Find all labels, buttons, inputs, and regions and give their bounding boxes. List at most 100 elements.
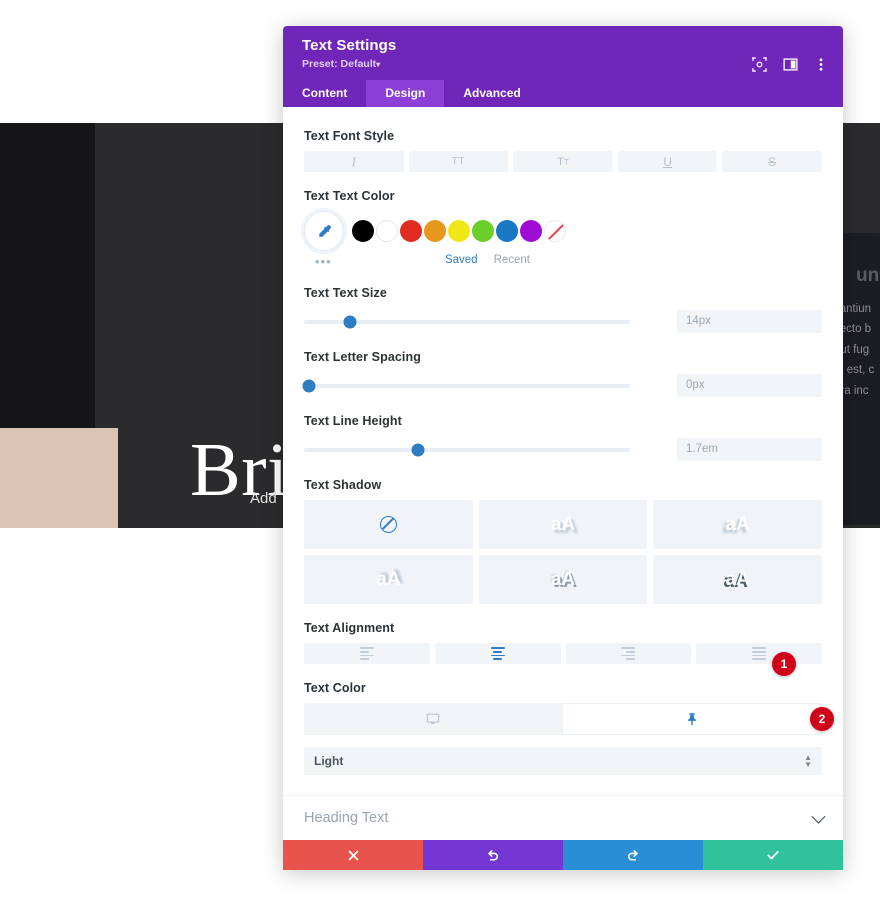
text-size-slider-row: 14px — [304, 310, 822, 333]
underline-icon: U — [663, 154, 672, 169]
field-label-text-color-state: Text Color — [304, 681, 366, 695]
section-heading-text-label: Heading Text — [304, 810, 389, 826]
swatch-green[interactable] — [472, 220, 494, 242]
text-color-mode-select[interactable]: Light ▲ ▼ — [304, 747, 822, 775]
redo-button[interactable] — [563, 840, 703, 870]
line-height-value-input[interactable]: 1.7em — [677, 438, 822, 461]
text-size-value-input[interactable]: 14px — [677, 310, 822, 333]
select-stepper-icon: ▲ ▼ — [804, 753, 812, 769]
preset-selector[interactable]: Preset: Default▾ — [302, 58, 824, 71]
text-size-slider-knob[interactable] — [343, 315, 357, 328]
letter-spacing-slider[interactable] — [302, 379, 630, 392]
color-palette — [304, 211, 822, 251]
swatch-yellow[interactable] — [448, 220, 470, 242]
field-label-letter-spacing: Text Letter Spacing — [304, 350, 421, 364]
letter-spacing-slider-knob[interactable] — [302, 379, 316, 392]
text-shadow-hard-button[interactable]: aA — [653, 555, 822, 604]
swatch-red[interactable] — [400, 220, 422, 242]
modal-body: Text Font Style I TT TT U S Text Text Co… — [283, 107, 843, 840]
letter-spacing-value-input[interactable]: 0px — [677, 374, 822, 397]
font-style-button-group: I TT TT U S — [304, 151, 822, 172]
field-label-text-shadow: Text Shadow — [304, 478, 382, 492]
tab-design[interactable]: Design — [366, 80, 445, 107]
callout-badge-2: 2 — [810, 707, 834, 731]
swatch-white[interactable] — [376, 220, 398, 242]
uppercase-icon: TT — [451, 156, 465, 167]
close-icon — [348, 850, 358, 860]
swatch-orange[interactable] — [424, 220, 446, 242]
underline-button[interactable]: U — [617, 151, 718, 172]
undo-icon — [488, 850, 498, 861]
align-left-button[interactable] — [304, 643, 430, 664]
field-label-line-height: Text Line Height — [304, 414, 402, 428]
redo-icon — [628, 850, 638, 861]
sticky-state-tab[interactable] — [562, 703, 822, 735]
panel-layout-icon[interactable] — [782, 56, 798, 72]
align-center-icon — [490, 647, 505, 660]
align-justify-button[interactable] — [696, 643, 822, 664]
text-shadow-none-button[interactable] — [304, 500, 473, 549]
text-color-state-tabs — [304, 703, 822, 735]
letter-spacing-slider-row: 0px — [302, 374, 822, 397]
italic-button[interactable]: I — [304, 151, 404, 172]
text-size-slider[interactable] — [304, 315, 630, 328]
field-label-font-style: Text Font Style — [304, 129, 395, 143]
shadow-preview-text: aA — [725, 513, 750, 535]
callout-badge-1: 1 — [772, 652, 796, 676]
undo-button[interactable] — [423, 840, 563, 870]
collapsed-sections: Heading Text Sizing — [283, 795, 843, 840]
background-right-card: und santiun itecto b aut fug m est, c or… — [834, 233, 880, 525]
background-right-card-title: und — [856, 265, 880, 286]
swatch-blue[interactable] — [496, 220, 518, 242]
tab-advanced[interactable]: Advanced — [444, 80, 539, 107]
text-color-mode-value: Light — [314, 754, 344, 768]
saved-colors-link[interactable]: Saved — [445, 254, 478, 266]
swatch-transparent[interactable] — [544, 220, 566, 242]
section-heading-text[interactable]: Heading Text — [283, 795, 843, 840]
text-settings-modal: Text Settings Preset: Default▾ Content D… — [283, 26, 843, 870]
cancel-button[interactable] — [283, 840, 423, 870]
more-colors-button[interactable]: ••• — [304, 254, 332, 269]
palette-filter-group: Saved Recent — [445, 254, 812, 266]
focus-target-icon[interactable] — [751, 56, 767, 72]
field-label-text-alignment: Text Alignment — [304, 621, 395, 635]
modal-header: Text Settings Preset: Default▾ — [283, 26, 843, 80]
swatch-purple[interactable] — [520, 220, 542, 242]
italic-icon: I — [351, 153, 356, 169]
strikethrough-button[interactable]: S — [722, 151, 822, 172]
small-caps-icon: TT — [557, 155, 569, 168]
eyedropper-icon — [318, 224, 331, 237]
more-options-icon[interactable] — [813, 56, 829, 72]
text-shadow-drop-left-button[interactable]: aA — [653, 500, 822, 549]
align-right-button[interactable] — [565, 643, 692, 664]
small-caps-button[interactable]: TT — [513, 151, 613, 172]
line-height-slider[interactable] — [304, 443, 630, 456]
modal-tab-bar: Content Design Advanced — [283, 80, 843, 107]
palette-meta-row: ••• Saved Recent — [304, 254, 822, 269]
align-justify-icon — [752, 647, 767, 660]
background-hero-subtitle: Add — [250, 490, 277, 507]
text-alignment-button-group — [304, 643, 822, 664]
align-center-button[interactable] — [434, 643, 561, 664]
line-height-slider-knob[interactable] — [411, 443, 425, 456]
align-left-icon — [359, 647, 374, 660]
field-label-text-color: Text Text Color — [304, 189, 395, 203]
background-beige-block — [0, 428, 118, 528]
text-shadow-outline-button[interactable]: aA — [478, 555, 648, 604]
text-shadow-drop-right-button[interactable]: aA — [478, 500, 648, 549]
align-right-icon — [621, 647, 636, 660]
eyedropper-button[interactable] — [304, 211, 344, 251]
shadow-preview-text: aA — [550, 513, 576, 535]
strikethrough-icon: S — [768, 154, 777, 169]
shadow-preview-text: aA — [376, 568, 401, 590]
text-shadow-soft-button[interactable]: aA — [304, 555, 473, 604]
tab-content[interactable]: Content — [283, 80, 366, 107]
shadow-preview-text: aA — [550, 568, 576, 590]
swatch-black[interactable] — [352, 220, 374, 242]
recent-colors-link[interactable]: Recent — [494, 254, 530, 266]
save-button[interactable] — [703, 840, 843, 870]
desktop-state-tab[interactable] — [304, 703, 562, 735]
uppercase-button[interactable]: TT — [408, 151, 509, 172]
line-height-slider-row: 1.7em — [304, 438, 822, 461]
pin-icon — [688, 713, 696, 726]
